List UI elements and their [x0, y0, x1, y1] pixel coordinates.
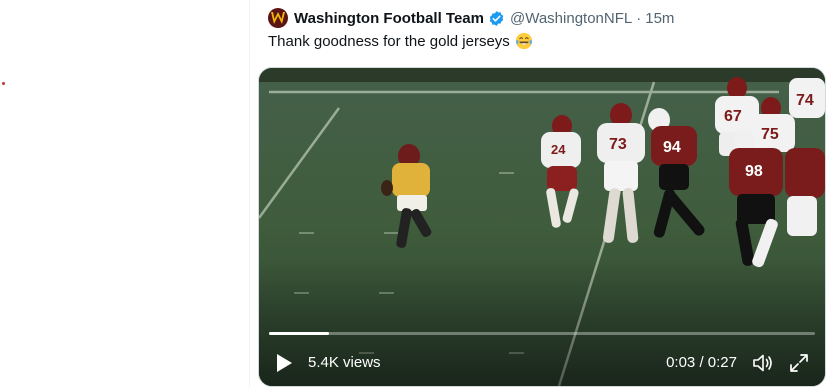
- w-logo-icon: [271, 12, 285, 24]
- tweet-header: Washington Football Team @WashingtonNFL …: [268, 7, 674, 29]
- fullscreen-button[interactable]: [787, 351, 811, 375]
- video-player[interactable]: 24 73 94 67 7: [258, 67, 826, 387]
- progress-bar[interactable]: [269, 332, 815, 335]
- header-separator: ·: [636, 9, 642, 27]
- current-time: 0:03: [666, 354, 696, 371]
- tweet-timestamp[interactable]: 15m: [645, 10, 674, 27]
- author-handle[interactable]: @WashingtonNFL: [510, 10, 632, 27]
- avatar[interactable]: [268, 8, 288, 28]
- author-name[interactable]: Washington Football Team: [294, 10, 484, 27]
- verified-badge-icon: [488, 10, 505, 27]
- duration: 0:27: [707, 354, 737, 371]
- fullscreen-icon: [790, 354, 808, 372]
- timeline-divider: [249, 0, 250, 387]
- progress-fill: [269, 332, 330, 335]
- stray-red-dot: [2, 82, 5, 85]
- tears-of-joy-emoji-icon: [515, 32, 533, 50]
- play-button[interactable]: [273, 352, 295, 374]
- tweet-text: Thank goodness for the gold jerseys: [268, 32, 533, 50]
- volume-icon: [753, 354, 772, 372]
- tweet-body: Thank goodness for the gold jerseys: [268, 32, 510, 50]
- views-count: 5.4K views: [308, 354, 381, 371]
- time-separator: /: [699, 354, 704, 371]
- play-icon: [277, 354, 292, 372]
- time-readout: 0:03 / 0:27: [666, 354, 737, 371]
- video-controls: 5.4K views 0:03 / 0:27: [259, 344, 825, 380]
- video-frame: 24 73 94 67 7: [259, 68, 825, 386]
- volume-button[interactable]: [751, 351, 775, 375]
